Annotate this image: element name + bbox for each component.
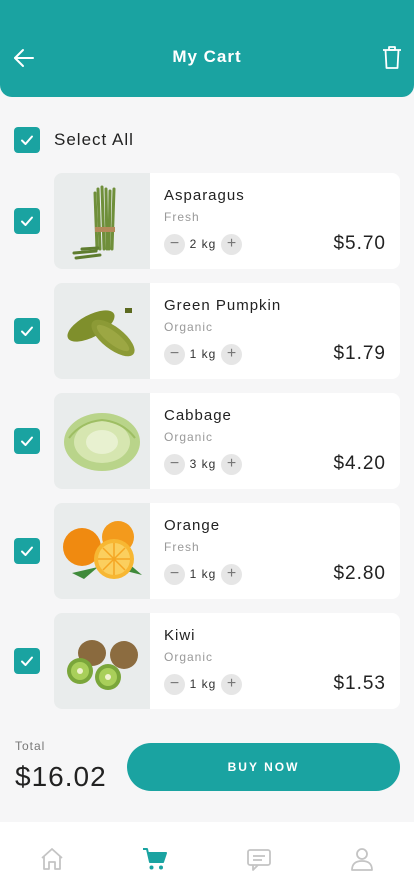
check-icon — [21, 656, 33, 666]
minus-icon: − — [169, 235, 180, 252]
item-quantity: 1 kg — [189, 677, 217, 691]
cart-icon — [143, 848, 168, 870]
quantity-stepper: − 1 kg + — [164, 673, 242, 695]
total-value: $16.02 — [15, 761, 107, 792]
item-name: Green Pumpkin — [164, 297, 282, 314]
quantity-stepper: − 3 kg + — [164, 453, 242, 475]
tab-chat[interactable] — [207, 822, 311, 896]
cart-item[interactable]: Asparagus Fresh − 2 kg + $5.70 — [54, 173, 400, 269]
item-checkbox[interactable] — [14, 428, 40, 454]
increase-button[interactable]: + — [221, 233, 242, 255]
decrease-button[interactable]: − — [164, 233, 185, 255]
plus-icon: + — [226, 675, 237, 692]
select-all-label: Select All — [54, 130, 134, 149]
tab-home[interactable] — [0, 822, 104, 896]
increase-button[interactable]: + — [221, 563, 242, 585]
chat-icon — [246, 849, 271, 871]
item-checkbox[interactable] — [14, 318, 40, 344]
minus-icon: − — [169, 455, 180, 472]
item-price: $5.70 — [333, 233, 386, 254]
item-type: Organic — [164, 650, 214, 664]
home-icon — [41, 848, 63, 870]
item-checkbox[interactable] — [14, 208, 40, 234]
minus-icon: − — [169, 345, 180, 362]
item-price: $2.80 — [333, 563, 386, 584]
increase-button[interactable]: + — [221, 343, 242, 365]
cart-item[interactable]: Cabbage Organic − 3 kg + $4.20 — [54, 393, 400, 489]
cart-item[interactable]: Kiwi Organic − 1 kg + $1.53 — [54, 613, 400, 709]
quantity-stepper: − 1 kg + — [164, 343, 242, 365]
decrease-button[interactable]: − — [164, 343, 185, 365]
cabbage-image — [54, 393, 150, 489]
plus-icon: + — [226, 345, 237, 362]
item-quantity: 1 kg — [189, 567, 217, 581]
item-name: Asparagus — [164, 187, 245, 204]
minus-icon: − — [169, 675, 180, 692]
decrease-button[interactable]: − — [164, 453, 185, 475]
item-quantity: 2 kg — [189, 237, 217, 251]
decrease-button[interactable]: − — [164, 563, 185, 585]
bottom-tab-bar — [0, 822, 414, 896]
check-icon — [21, 546, 33, 556]
increase-button[interactable]: + — [221, 453, 242, 475]
orange-image — [54, 503, 150, 599]
check-icon — [21, 135, 33, 145]
app-header: My Cart — [0, 0, 414, 97]
item-price: $1.79 — [333, 343, 386, 364]
asparagus-image — [54, 173, 150, 269]
cart-item[interactable]: Orange Fresh − 1 kg + $2.80 — [54, 503, 400, 599]
quantity-stepper: − 2 kg + — [164, 233, 242, 255]
cart-item[interactable]: Green Pumpkin Organic − 1 kg + $1.79 — [54, 283, 400, 379]
item-checkbox[interactable] — [14, 538, 40, 564]
item-price: $1.53 — [333, 673, 386, 694]
decrease-button[interactable]: − — [164, 673, 185, 695]
check-icon — [21, 326, 33, 336]
profile-icon — [351, 848, 374, 871]
minus-icon: − — [169, 565, 180, 582]
item-type: Organic — [164, 320, 214, 334]
total-label: Total — [15, 739, 46, 753]
item-type: Fresh — [164, 210, 200, 224]
item-checkbox[interactable] — [14, 648, 40, 674]
item-price: $4.20 — [333, 453, 386, 474]
page-title: My Cart — [172, 47, 242, 66]
quantity-stepper: − 1 kg + — [164, 563, 242, 585]
kiwi-image — [54, 613, 150, 709]
item-quantity: 3 kg — [189, 457, 217, 471]
item-name: Kiwi — [164, 627, 196, 644]
tab-profile[interactable] — [311, 822, 414, 896]
green-pumpkin-image — [54, 283, 150, 379]
plus-icon: + — [226, 235, 237, 252]
increase-button[interactable]: + — [221, 673, 242, 695]
item-name: Orange — [164, 517, 221, 534]
buy-now-button[interactable]: BUY NOW — [127, 743, 400, 791]
check-icon — [21, 216, 33, 226]
tab-cart[interactable] — [104, 822, 208, 896]
plus-icon: + — [226, 455, 237, 472]
item-type: Organic — [164, 430, 214, 444]
select-all-checkbox[interactable] — [14, 127, 40, 153]
item-name: Cabbage — [164, 407, 232, 424]
item-quantity: 1 kg — [189, 347, 217, 361]
plus-icon: + — [226, 565, 237, 582]
item-type: Fresh — [164, 540, 200, 554]
check-icon — [21, 436, 33, 446]
trash-icon[interactable] — [382, 46, 402, 70]
